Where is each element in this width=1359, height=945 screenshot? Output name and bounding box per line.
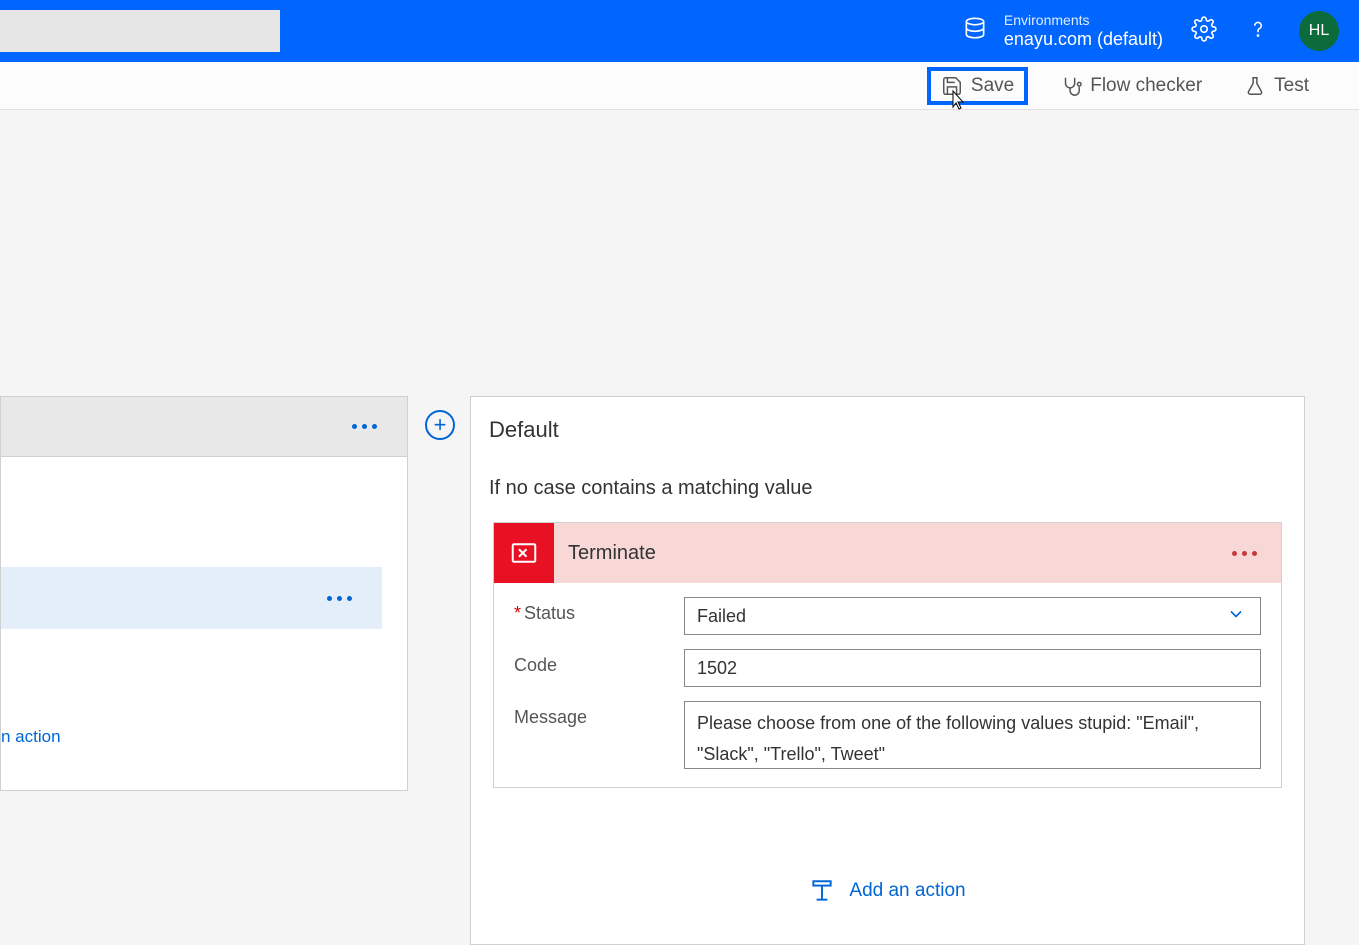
code-label: Code xyxy=(514,649,684,676)
terminate-action-card: Terminate *Status Failed Code 1502 xyxy=(493,522,1282,788)
search-input[interactable] xyxy=(0,10,280,52)
more-options-icon[interactable] xyxy=(352,424,377,429)
editor-toolbar: Save Flow checker Test xyxy=(0,62,1359,110)
test-button[interactable]: Test xyxy=(1234,69,1319,103)
save-button[interactable]: Save xyxy=(927,67,1028,105)
header-right: Environments enayu.com (default) HL xyxy=(962,11,1339,51)
test-label: Test xyxy=(1274,75,1309,97)
default-subtitle: If no case contains a matching value xyxy=(471,443,1304,522)
app-header: Environments enayu.com (default) HL xyxy=(0,0,1359,62)
default-title: Default xyxy=(471,397,1304,443)
inner-action-card[interactable] xyxy=(1,567,382,629)
message-value: Please choose from one of the following … xyxy=(697,708,1248,769)
terminate-icon xyxy=(494,523,554,583)
code-row: Code 1502 xyxy=(494,635,1281,687)
help-icon[interactable] xyxy=(1245,16,1271,47)
add-action-link[interactable]: n action xyxy=(1,727,61,747)
more-options-icon[interactable] xyxy=(1232,551,1257,556)
case-card[interactable]: n action xyxy=(0,396,408,791)
add-action-button[interactable]: Add an action xyxy=(471,878,1304,904)
add-branch-button[interactable]: + xyxy=(425,410,455,440)
flow-canvas[interactable]: n action + Default If no case contains a… xyxy=(0,110,1359,917)
save-label: Save xyxy=(971,75,1014,97)
default-case-card: Default If no case contains a matching v… xyxy=(470,396,1305,945)
message-row: Message Please choose from one of the fo… xyxy=(494,687,1281,769)
status-row: *Status Failed xyxy=(494,583,1281,635)
flow-checker-label: Flow checker xyxy=(1090,75,1202,97)
code-value: 1502 xyxy=(697,658,737,679)
database-icon xyxy=(962,15,988,46)
status-value: Failed xyxy=(697,606,746,627)
case-card-header[interactable] xyxy=(1,397,407,457)
stethoscope-icon xyxy=(1060,75,1082,97)
terminate-title: Terminate xyxy=(568,542,656,565)
user-avatar[interactable]: HL xyxy=(1299,11,1339,51)
save-icon xyxy=(941,75,963,97)
environments-label: Environments xyxy=(1004,12,1163,29)
message-input[interactable]: Please choose from one of the following … xyxy=(684,701,1261,769)
flask-icon xyxy=(1244,75,1266,97)
message-label: Message xyxy=(514,701,684,728)
terminate-header[interactable]: Terminate xyxy=(494,523,1281,583)
settings-icon[interactable] xyxy=(1191,16,1217,47)
chevron-down-icon xyxy=(1226,604,1246,629)
flow-checker-button[interactable]: Flow checker xyxy=(1050,69,1212,103)
add-action-icon xyxy=(809,878,835,904)
more-options-icon[interactable] xyxy=(327,596,352,601)
environment-name: enayu.com (default) xyxy=(1004,29,1163,51)
avatar-initials: HL xyxy=(1309,22,1329,40)
environment-selector[interactable]: Environments enayu.com (default) xyxy=(962,12,1163,50)
add-action-label: Add an action xyxy=(849,880,965,902)
status-select[interactable]: Failed xyxy=(684,597,1261,635)
status-label: *Status xyxy=(514,597,684,624)
code-input[interactable]: 1502 xyxy=(684,649,1261,687)
